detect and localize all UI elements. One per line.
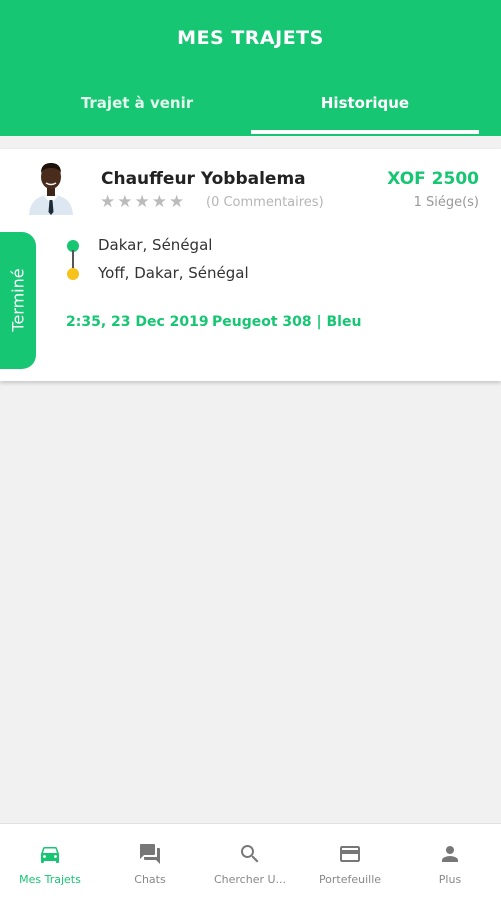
route-connector: [72, 250, 74, 270]
nav-wallet[interactable]: Portefeuille: [300, 824, 400, 900]
car-icon: [41, 847, 59, 863]
nav-search-label: Chercher U...: [213, 873, 287, 886]
destination-location: Yoff, Dakar, Sénégal: [98, 264, 249, 282]
wallet-icon: [340, 846, 360, 862]
trip-price: XOF 2500: [387, 169, 479, 189]
nav-chats[interactable]: Chats: [100, 824, 200, 900]
destination-dot-icon: [67, 268, 79, 280]
chat-icon: [140, 844, 160, 864]
rating-stars-icon: ★★★★★: [100, 192, 187, 212]
tab-history[interactable]: Historique: [240, 94, 490, 112]
origin-location: Dakar, Sénégal: [98, 236, 213, 254]
seat-count: 1 Siége(s): [413, 195, 479, 210]
nav-more-label: Plus: [438, 873, 462, 886]
tab-upcoming-trips[interactable]: Trajet à venir: [12, 94, 262, 112]
search-icon: [241, 845, 259, 863]
status-label: Terminé: [8, 268, 28, 332]
status-badge: Terminé: [0, 232, 36, 369]
page-title: MES TRAJETS: [177, 27, 324, 49]
nav-my-trips-label: Mes Trajets: [19, 873, 81, 886]
trip-datetime: 2:35, 23 Dec 2019: [66, 314, 209, 330]
trip-card[interactable]: Chauffeur Yobbalema ★★★★★ (0 Commentaire…: [0, 149, 501, 381]
comments-count: (0 Commentaires): [206, 195, 324, 210]
nav-chats-label: Chats: [134, 873, 166, 886]
app-header: MES TRAJETS Trajet à venir Historique: [0, 0, 501, 136]
user-icon: [442, 846, 458, 862]
driver-avatar: [24, 157, 78, 215]
active-tab-indicator: [251, 130, 479, 134]
nav-wallet-label: Portefeuille: [318, 873, 382, 886]
nav-more[interactable]: Plus: [400, 824, 500, 900]
nav-search[interactable]: Chercher U...: [200, 824, 300, 900]
driver-name: Chauffeur Yobbalema: [101, 169, 306, 189]
vehicle-info: Peugeot 308 | Bleu: [212, 314, 362, 330]
bottom-navigation: Mes Trajets Chats Chercher U... Portefeu…: [0, 823, 501, 900]
nav-my-trips[interactable]: Mes Trajets: [0, 824, 100, 900]
